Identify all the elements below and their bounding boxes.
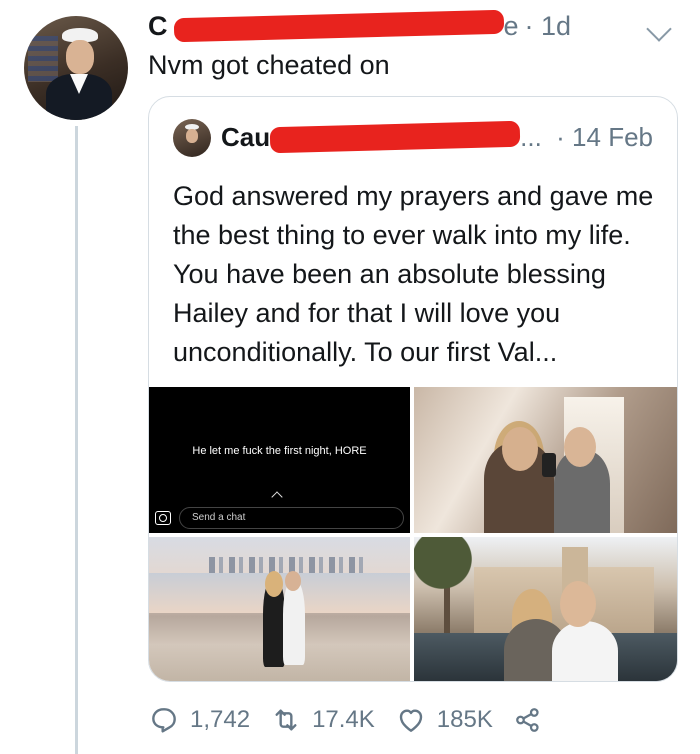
quoted-avatar[interactable]	[173, 119, 211, 157]
snap-caption: He let me fuck the first night, HORE	[192, 445, 367, 457]
retweet-button[interactable]: 17.4K	[270, 704, 375, 736]
like-icon	[399, 709, 422, 732]
quoted-tweet[interactable]: Cau ... · 14 Feb God answered my prayers…	[148, 96, 678, 682]
tweet-text: Nvm got cheated on	[148, 50, 390, 80]
photo-person-2-head	[564, 427, 596, 467]
retweet-count: 17.4K	[312, 706, 375, 733]
photo-person-1-head	[502, 427, 538, 471]
photo-palm	[414, 537, 484, 647]
photo-phone	[542, 453, 556, 477]
reply-icon	[152, 708, 176, 733]
thread-line	[75, 126, 78, 754]
park-couple-photo[interactable]	[414, 537, 677, 681]
quoted-author-handle[interactable]: ...	[520, 122, 542, 153]
tweet-time[interactable]: · 1d	[525, 11, 572, 42]
like-button[interactable]: 185K	[395, 704, 493, 736]
chevron-down-icon[interactable]	[646, 16, 672, 42]
reply-count: 1,742	[190, 706, 251, 733]
quoted-time[interactable]: · 14 Feb	[556, 119, 653, 155]
redaction-mark	[269, 120, 521, 154]
share-icon	[515, 708, 539, 732]
share-button[interactable]	[513, 705, 553, 735]
photo-person-2	[283, 581, 305, 665]
flag-decoration	[28, 36, 58, 82]
photo-person-2	[552, 621, 618, 681]
snapchat-screenshot[interactable]: He let me fuck the first night, HORE Sen…	[149, 387, 410, 533]
author-avatar[interactable]	[24, 16, 128, 120]
tweet-actions: 1,742 17.4K 185K	[148, 700, 573, 740]
quoted-author-name[interactable]: Cau	[221, 122, 270, 153]
tweet-header: C e · 1d	[148, 9, 572, 43]
photo-person-1-head	[265, 571, 283, 597]
photo-person-2-head	[285, 571, 301, 591]
mirror-selfie-photo[interactable]	[414, 387, 677, 533]
avatar-face	[66, 40, 94, 74]
snap-chat-field: Send a chat	[179, 507, 404, 529]
author-name[interactable]: C	[148, 11, 168, 42]
media-grid: He let me fuck the first night, HORE Sen…	[149, 387, 677, 681]
chevron-up-icon	[271, 491, 283, 503]
reply-button[interactable]: 1,742	[148, 704, 250, 736]
photo-person-2-head	[560, 581, 596, 627]
retweet-icon	[275, 709, 297, 731]
like-count: 185K	[436, 706, 493, 733]
beach-couple-photo[interactable]	[149, 537, 410, 681]
camera-icon	[155, 511, 171, 525]
quoted-text: God answered my prayers and gave me the …	[173, 181, 654, 367]
author-handle[interactable]: e	[504, 11, 519, 42]
redaction-mark	[173, 9, 504, 43]
